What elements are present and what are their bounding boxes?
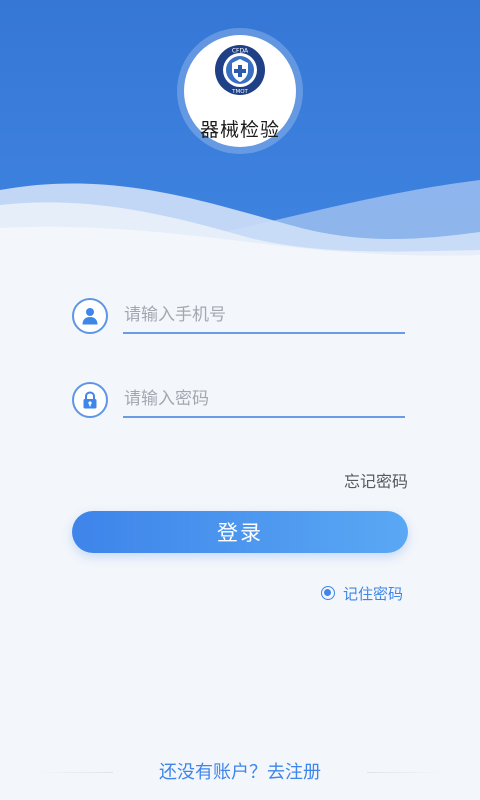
password-input[interactable]: [123, 382, 405, 418]
remember-password-radio[interactable]: [320, 586, 335, 600]
lock-icon: [72, 382, 108, 418]
phone-field-row: [72, 298, 405, 340]
app-logo: CFDA TMOT 器械检验: [184, 35, 296, 147]
remember-password-label: 记住密码: [342, 584, 403, 603]
login-button[interactable]: 登录: [72, 511, 408, 553]
footer: 还没有账户？去注册: [0, 756, 480, 786]
cfda-emblem-icon: CFDA TMOT: [215, 45, 265, 95]
register-link[interactable]: 还没有账户？去注册: [0, 758, 480, 784]
header-banner: CFDA TMOT 器械检验: [0, 0, 480, 260]
user-icon: [72, 298, 108, 334]
app-name: 器械检验: [199, 119, 280, 141]
emblem-top-text: CFDA: [232, 48, 249, 55]
phone-input[interactable]: [123, 298, 405, 334]
password-field-row: [72, 382, 405, 424]
logo-ring: CFDA TMOT 器械检验: [177, 28, 303, 154]
forgot-password-link[interactable]: 忘记密码: [344, 468, 408, 492]
remember-password-toggle[interactable]: 记住密码: [320, 584, 403, 603]
emblem-bottom-text: TMOT: [231, 89, 248, 95]
